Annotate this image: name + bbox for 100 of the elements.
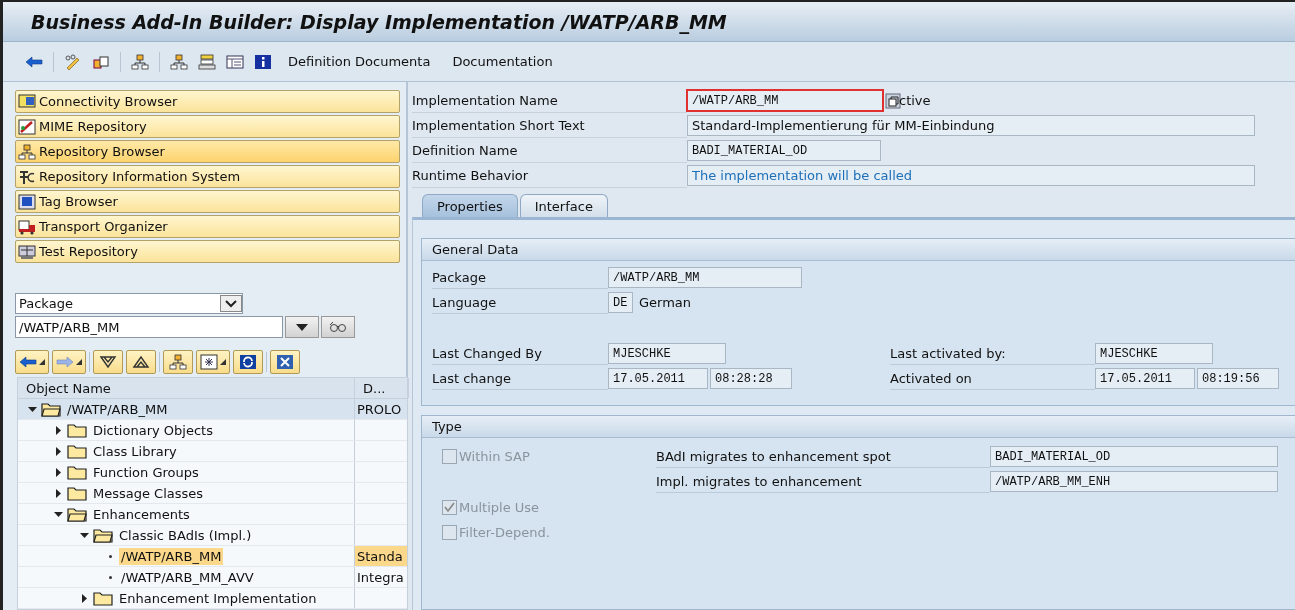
- settings-button[interactable]: [196, 350, 230, 374]
- tree-node[interactable]: Class Library: [91, 442, 179, 460]
- collapse-arrow-icon[interactable]: [28, 404, 37, 414]
- folder-icon: [93, 590, 113, 606]
- back-button[interactable]: [25, 53, 43, 70]
- test-window-icon: [18, 243, 36, 260]
- open-folder-icon: [67, 506, 87, 522]
- tree-node[interactable]: /WATP/ARB_MM_AVV: [119, 568, 256, 586]
- bullet-icon: [108, 574, 113, 580]
- navigator-button[interactable]: MIME Repository: [15, 115, 400, 138]
- value-field: MJESCHKE: [608, 343, 726, 364]
- refresh-button[interactable]: [233, 350, 263, 374]
- tab[interactable]: Interface: [519, 194, 608, 217]
- group-title: Type: [422, 416, 1295, 438]
- value-field: /WATP/ARB_MM_ENH: [990, 471, 1278, 492]
- hierarchy-icon: [18, 143, 36, 160]
- other-object-button[interactable]: [92, 53, 110, 70]
- expand-button[interactable]: [93, 350, 123, 374]
- expand-arrow-icon[interactable]: [54, 446, 63, 456]
- field-label: Runtime Behavior: [412, 163, 687, 188]
- field-label: Activated on: [890, 367, 1095, 390]
- forward-button[interactable]: [52, 350, 86, 374]
- layout-button[interactable]: [226, 53, 244, 70]
- display-change-button[interactable]: [64, 53, 82, 70]
- checkbox-label: Filter-Depend.: [459, 525, 550, 540]
- tab[interactable]: Properties: [422, 194, 518, 217]
- tree-description: Standa: [357, 548, 403, 564]
- checkbox-label: Within SAP: [459, 449, 530, 464]
- value-field: Standard-Implementierung für MM-Einbindung: [687, 115, 1255, 136]
- object-name-field[interactable]: /WATP/ARB_MM: [15, 316, 283, 338]
- dropdown-button[interactable]: [285, 316, 319, 338]
- language-name: German: [639, 295, 692, 310]
- collapse-button[interactable]: [126, 350, 156, 374]
- refresh-icon: [239, 354, 257, 370]
- expand-arrow-icon[interactable]: [54, 425, 63, 435]
- folder-icon: [67, 485, 87, 501]
- expand-arrow-icon[interactable]: [54, 467, 63, 477]
- tree-node[interactable]: /WATP/ARB_MM: [65, 400, 170, 418]
- value-field: MJESCHKE: [1095, 343, 1213, 364]
- monitor-icon: [18, 93, 36, 110]
- dropdown-icon[interactable]: [220, 295, 242, 312]
- time-field: 08:28:28: [710, 368, 792, 389]
- group-title: General Data: [422, 239, 1295, 261]
- checkbox-label: Multiple Use: [459, 500, 540, 515]
- collapse-arrow-icon[interactable]: [80, 530, 89, 540]
- status-text: ctive: [899, 93, 931, 108]
- object-swap-icon: [92, 53, 110, 70]
- expand-arrow-icon[interactable]: [80, 593, 89, 603]
- open-folder-icon: [93, 527, 113, 543]
- dropdown-caret-icon: [39, 359, 45, 365]
- column-header[interactable]: Object Name: [18, 378, 355, 398]
- date-field: 17.05.2011: [608, 368, 708, 389]
- tag-window-icon: [18, 193, 36, 210]
- truck-icon: [18, 218, 36, 235]
- dropdown-arrow-icon: [296, 323, 308, 331]
- tree-node[interactable]: /WATP/ARB_MM: [119, 547, 224, 565]
- navigator-button[interactable]: Transport Organizer: [15, 215, 400, 238]
- open-folder-icon: [41, 401, 61, 417]
- close-button[interactable]: [270, 350, 300, 374]
- value-field: /WATP/ARB_MM: [608, 267, 802, 288]
- tree-description: PROLO: [357, 401, 402, 417]
- collapse-arrow-icon[interactable]: [54, 509, 63, 519]
- field-label: Definition Name: [412, 138, 687, 163]
- field-label: Last activated by:: [890, 342, 1095, 365]
- object-list-button[interactable]: [170, 53, 188, 70]
- dropdown-caret-icon: [76, 359, 82, 365]
- display-button[interactable]: [321, 316, 355, 338]
- field-label: Implementation Short Text: [412, 113, 687, 138]
- value-field: BADI_MATERIAL_OD: [990, 446, 1278, 467]
- implementation-name-field[interactable]: /WATP/ARB_MM: [687, 90, 883, 111]
- navigator-button[interactable]: Test Repository: [15, 240, 400, 263]
- hierarchy-icon: [169, 354, 187, 370]
- window-title: Business Add-In Builder: Display Implementation /WATP/ARB_MM: [31, 10, 727, 33]
- value-field: DE: [608, 292, 633, 313]
- stack-icon: [198, 53, 216, 70]
- edit-document-icon: [18, 118, 36, 135]
- bullet-icon: [108, 553, 113, 559]
- navigator-button[interactable]: Connectivity Browser: [15, 90, 400, 113]
- navigator-button[interactable]: Repository Information System: [15, 165, 400, 188]
- star-window-icon: [200, 354, 218, 370]
- column-header[interactable]: D...: [355, 378, 409, 398]
- navigator-button[interactable]: Tag Browser: [15, 190, 400, 213]
- expand-arrow-icon[interactable]: [54, 488, 63, 498]
- toolbar-text-button[interactable]: Definition Documenta: [282, 52, 437, 71]
- date-field: 17.05.2011: [1095, 368, 1195, 389]
- back-button[interactable]: [15, 350, 49, 374]
- collapse-chevron-icon: [132, 354, 150, 370]
- expand-chevron-icon: [99, 354, 117, 370]
- folder-icon: [67, 464, 87, 480]
- navigator-button[interactable]: Repository Browser: [15, 140, 400, 163]
- copy-icon[interactable]: [885, 92, 901, 109]
- object-list-button[interactable]: [163, 350, 193, 374]
- navigation-button[interactable]: [198, 53, 216, 70]
- forward-arrow-icon: [56, 354, 74, 370]
- field-label: BAdI migrates to enhancement spot: [656, 445, 990, 468]
- toolbar-text-button[interactable]: Documentation: [446, 52, 559, 71]
- info-button[interactable]: [254, 53, 272, 70]
- time-field: 08:19:56: [1197, 368, 1279, 389]
- back-arrow-icon: [19, 354, 37, 370]
- object-type-dropdown[interactable]: Package: [15, 293, 243, 314]
